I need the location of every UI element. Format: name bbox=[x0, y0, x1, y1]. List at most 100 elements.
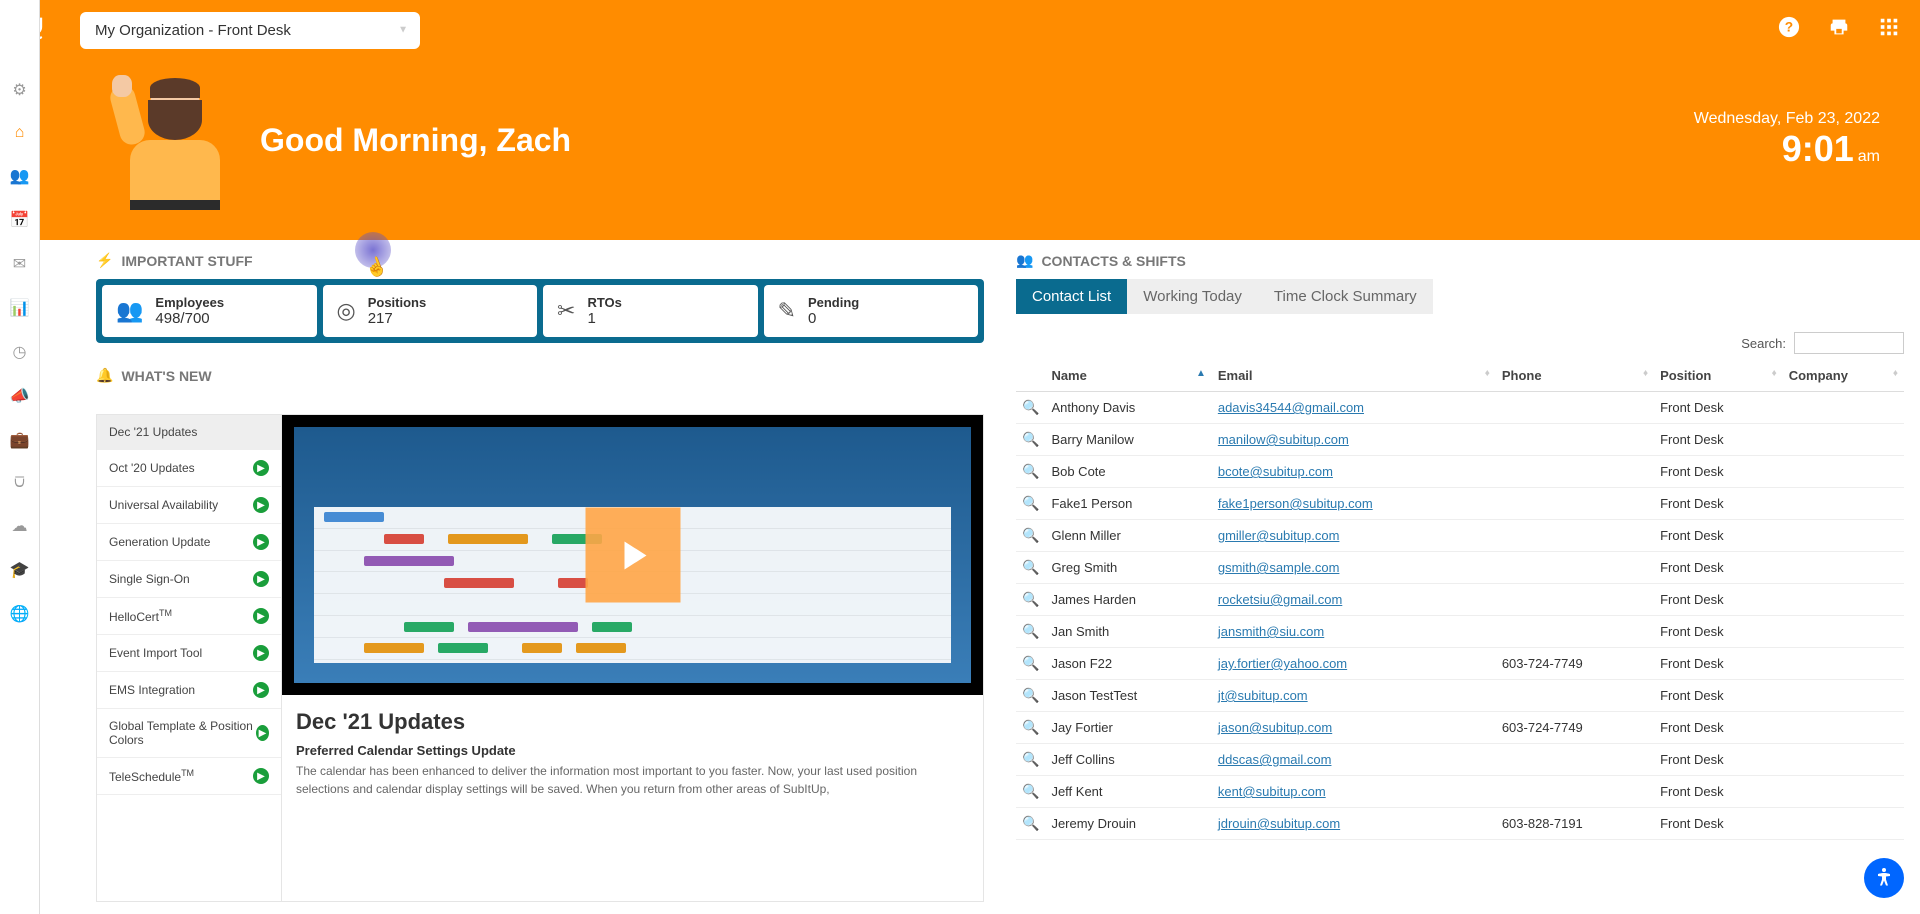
contact-company bbox=[1783, 712, 1904, 744]
whatsnew-item[interactable]: Event Import Tool▶ bbox=[97, 635, 281, 672]
tab-working-today[interactable]: Working Today bbox=[1127, 279, 1258, 314]
magnify-icon[interactable]: 🔍 bbox=[1022, 591, 1039, 607]
stat-employees[interactable]: 👥 Employees498/700 bbox=[102, 285, 317, 337]
magnify-icon[interactable]: 🔍 bbox=[1022, 719, 1039, 735]
cloud-icon[interactable]: ☁ bbox=[12, 516, 28, 536]
stat-positions[interactable]: ◎ Positions217 bbox=[323, 285, 538, 337]
magnify-icon[interactable]: 🔍 bbox=[1022, 783, 1039, 799]
whatsnew-item-label: HelloCertTM bbox=[109, 608, 172, 624]
whatsnew-item[interactable]: Dec '21 Updates bbox=[97, 415, 281, 450]
tab-time-clock[interactable]: Time Clock Summary bbox=[1258, 279, 1433, 314]
megaphone-icon[interactable]: 📣 bbox=[10, 386, 30, 406]
globe-icon[interactable]: 🌐 bbox=[10, 604, 30, 624]
bolt-icon: ⚡ bbox=[96, 252, 113, 269]
contact-email[interactable]: ddscas@gmail.com bbox=[1218, 752, 1332, 767]
contact-email[interactable]: fake1person@subitup.com bbox=[1218, 496, 1373, 511]
contact-phone bbox=[1496, 552, 1654, 584]
contact-email[interactable]: jt@subitup.com bbox=[1218, 688, 1308, 703]
contact-name: Jason F22 bbox=[1045, 648, 1211, 680]
col-email[interactable]: Email♦ bbox=[1212, 360, 1496, 392]
whatsnew-item[interactable]: TeleScheduleTM▶ bbox=[97, 758, 281, 795]
contact-email[interactable]: gmiller@subitup.com bbox=[1218, 528, 1340, 543]
magnify-icon[interactable]: 🔍 bbox=[1022, 815, 1039, 831]
contacts-tabs: Contact List Working Today Time Clock Su… bbox=[1016, 279, 1904, 314]
whatsnew-list: Dec '21 UpdatesOct '20 Updates▶Universal… bbox=[96, 414, 281, 902]
chevron-right-icon: ▶ bbox=[253, 645, 269, 661]
stat-pending[interactable]: ✎ Pending0 bbox=[764, 285, 979, 337]
col-company[interactable]: Company♦ bbox=[1783, 360, 1904, 392]
contact-name: Jason TestTest bbox=[1045, 680, 1211, 712]
magnify-icon[interactable]: 🔍 bbox=[1022, 623, 1039, 639]
magnify-icon[interactable]: 🔍 bbox=[1022, 431, 1039, 447]
magnet-icon[interactable]: ⩂ bbox=[14, 474, 25, 492]
contact-email[interactable]: manilow@subitup.com bbox=[1218, 432, 1349, 447]
contact-email[interactable]: jason@subitup.com bbox=[1218, 720, 1332, 735]
contact-email[interactable]: kent@subitup.com bbox=[1218, 784, 1326, 799]
magnify-icon[interactable]: 🔍 bbox=[1022, 463, 1039, 479]
magnify-icon[interactable]: 🔍 bbox=[1022, 687, 1039, 703]
whatsnew-item[interactable]: Generation Update▶ bbox=[97, 524, 281, 561]
rtos-icon: ✂ bbox=[557, 298, 575, 324]
whatsnew-item[interactable]: Global Template & Position Colors▶ bbox=[97, 709, 281, 758]
contact-email[interactable]: bcote@subitup.com bbox=[1218, 464, 1333, 479]
col-phone[interactable]: Phone♦ bbox=[1496, 360, 1654, 392]
apps-icon[interactable] bbox=[1878, 16, 1900, 44]
home-icon[interactable]: ⌂ bbox=[15, 124, 25, 142]
whatsnew-item-label: Universal Availability bbox=[109, 498, 218, 512]
contact-company bbox=[1783, 520, 1904, 552]
clock-icon[interactable]: ◷ bbox=[13, 342, 27, 362]
calendar-icon[interactable]: 📅 bbox=[10, 210, 30, 230]
contact-position: Front Desk bbox=[1654, 488, 1783, 520]
chevron-right-icon: ▶ bbox=[253, 768, 269, 784]
contact-name: James Harden bbox=[1045, 584, 1211, 616]
contact-email[interactable]: adavis34544@gmail.com bbox=[1218, 400, 1364, 415]
tab-contact-list[interactable]: Contact List bbox=[1016, 279, 1127, 314]
contacts-table-wrap[interactable]: Name▲ Email♦ Phone♦ Position♦ Company♦ 🔍… bbox=[1016, 360, 1904, 902]
contact-email[interactable]: gsmith@sample.com bbox=[1218, 560, 1340, 575]
table-row: 🔍Jay Fortierjason@subitup.com603-724-774… bbox=[1016, 712, 1904, 744]
magnify-icon[interactable]: 🔍 bbox=[1022, 495, 1039, 511]
search-input[interactable] bbox=[1794, 332, 1904, 354]
contact-phone bbox=[1496, 616, 1654, 648]
video-thumbnail[interactable] bbox=[282, 415, 983, 695]
contact-email[interactable]: rocketsiu@gmail.com bbox=[1218, 592, 1342, 607]
people-icon[interactable]: 👥 bbox=[10, 166, 30, 186]
contact-name: Glenn Miller bbox=[1045, 520, 1211, 552]
contact-email[interactable]: jay.fortier@yahoo.com bbox=[1218, 656, 1347, 671]
svg-text:?: ? bbox=[1785, 20, 1793, 35]
pending-icon: ✎ bbox=[778, 298, 796, 324]
whatsnew-item[interactable]: EMS Integration▶ bbox=[97, 672, 281, 709]
mail-icon[interactable]: ✉ bbox=[13, 254, 26, 274]
whatsnew-item[interactable]: Single Sign-On▶ bbox=[97, 561, 281, 598]
contact-company bbox=[1783, 552, 1904, 584]
gear-icon[interactable]: ⚙ bbox=[12, 80, 26, 100]
print-icon[interactable] bbox=[1828, 16, 1850, 44]
chevron-right-icon: ▶ bbox=[253, 682, 269, 698]
chart-icon[interactable]: 📊 bbox=[10, 298, 30, 318]
current-date: Wednesday, Feb 23, 2022 bbox=[1694, 110, 1880, 128]
accessibility-button[interactable] bbox=[1864, 858, 1904, 898]
org-selector[interactable]: My Organization - Front Desk bbox=[80, 12, 420, 49]
grad-icon[interactable]: 🎓 bbox=[10, 560, 30, 580]
contact-name: Greg Smith bbox=[1045, 552, 1211, 584]
play-icon[interactable] bbox=[585, 508, 680, 603]
contact-name: Jeff Kent bbox=[1045, 776, 1211, 808]
whatsnew-item[interactable]: HelloCertTM▶ bbox=[97, 598, 281, 635]
help-icon[interactable]: ? bbox=[1778, 16, 1800, 44]
magnify-icon[interactable]: 🔍 bbox=[1022, 751, 1039, 767]
whatsnew-item[interactable]: Oct '20 Updates▶ bbox=[97, 450, 281, 487]
magnify-icon[interactable]: 🔍 bbox=[1022, 559, 1039, 575]
contact-email[interactable]: jansmith@siu.com bbox=[1218, 624, 1324, 639]
contact-email[interactable]: jdrouin@subitup.com bbox=[1218, 816, 1340, 831]
magnify-icon[interactable]: 🔍 bbox=[1022, 527, 1039, 543]
article-body: The calendar has been enhanced to delive… bbox=[296, 762, 969, 798]
briefcase-icon[interactable]: 💼 bbox=[10, 430, 30, 450]
col-position[interactable]: Position♦ bbox=[1654, 360, 1783, 392]
contact-position: Front Desk bbox=[1654, 552, 1783, 584]
whatsnew-item[interactable]: Universal Availability▶ bbox=[97, 487, 281, 524]
stat-rtos[interactable]: ✂ RTOs1 bbox=[543, 285, 758, 337]
magnify-icon[interactable]: 🔍 bbox=[1022, 399, 1039, 415]
magnify-icon[interactable]: 🔍 bbox=[1022, 655, 1039, 671]
table-row: 🔍Barry Manilowmanilow@subitup.comFront D… bbox=[1016, 424, 1904, 456]
col-name[interactable]: Name▲ bbox=[1045, 360, 1211, 392]
